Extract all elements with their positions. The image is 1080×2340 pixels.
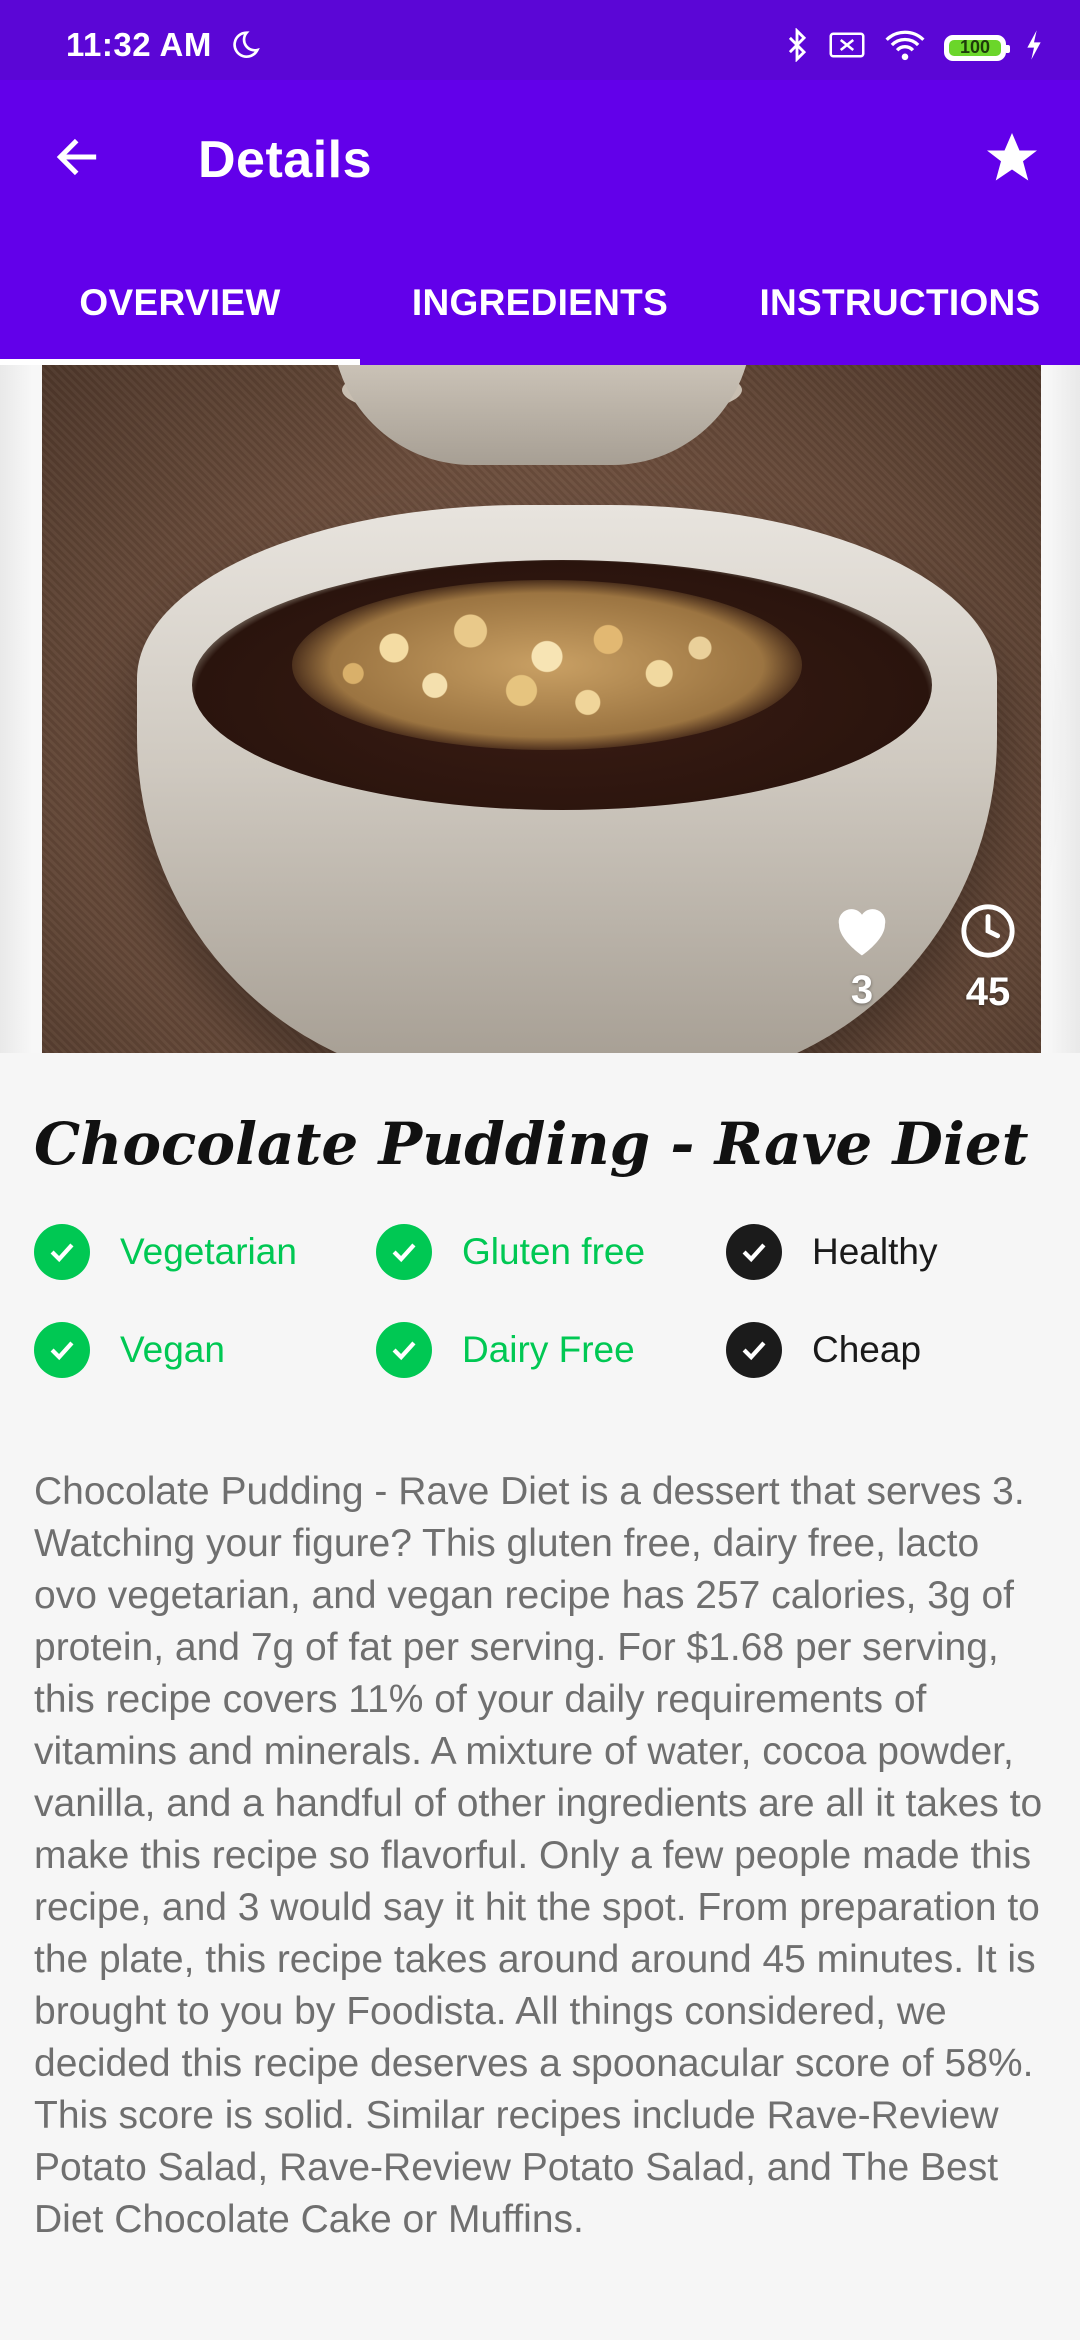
bluetooth-icon xyxy=(784,27,810,67)
badge-gluten-free: Gluten free xyxy=(376,1222,645,1282)
favorite-button[interactable] xyxy=(972,118,1052,198)
page-title: Details xyxy=(198,131,373,189)
time-stat: 45 xyxy=(950,902,1026,1015)
battery-icon: 100 xyxy=(944,34,1010,61)
battery-level: 100 xyxy=(959,37,991,57)
no-sim-icon xyxy=(828,30,866,65)
tab-overview[interactable]: OVERVIEW xyxy=(0,240,360,365)
badge-dairy-free: Dairy Free xyxy=(376,1320,635,1380)
status-icons: 100 xyxy=(784,27,1044,67)
tab-instructions[interactable]: INSTRUCTIONS xyxy=(720,240,1080,365)
heart-icon xyxy=(838,909,886,956)
charging-icon xyxy=(1024,29,1044,66)
back-button[interactable] xyxy=(40,120,114,194)
badge-healthy: Healthy xyxy=(726,1222,937,1282)
tab-ingredients[interactable]: INGREDIENTS xyxy=(360,240,720,365)
arrow-left-icon xyxy=(56,138,97,176)
recipe-image-area: 3 45 xyxy=(0,365,1080,1053)
recipe-stats: 3 45 xyxy=(824,902,1026,1015)
badge-label: Cheap xyxy=(812,1329,922,1370)
badge-vegan: Vegan xyxy=(34,1320,225,1380)
check-circle-icon xyxy=(34,1322,90,1378)
badge-label: Healthy xyxy=(812,1231,938,1272)
moon-icon xyxy=(228,30,260,67)
badge-vegetarian: Vegetarian xyxy=(34,1222,297,1282)
wifi-icon xyxy=(884,29,926,66)
check-circle-icon xyxy=(34,1224,90,1280)
clock-icon xyxy=(961,904,1015,958)
minutes-count: 45 xyxy=(965,970,1011,1014)
check-circle-icon xyxy=(726,1322,782,1378)
badge-label: Dairy Free xyxy=(462,1329,635,1370)
tab-bar: OVERVIEW INGREDIENTS INSTRUCTIONS xyxy=(0,240,1080,365)
badge-label: Vegetarian xyxy=(120,1231,297,1272)
app-bar: Details xyxy=(0,80,1080,240)
likes-count: 3 xyxy=(850,968,874,1012)
recipe-title: Chocolate Pudding - Rave Diet xyxy=(34,1110,1029,1178)
status-time: 11:32 AM xyxy=(66,26,212,63)
check-circle-icon xyxy=(376,1224,432,1280)
recipe-summary: Chocolate Pudding - Rave Diet is a desse… xyxy=(34,1470,1043,2241)
badge-cheap: Cheap xyxy=(726,1320,921,1380)
status-bar: 11:32 AM 100 xyxy=(0,0,1080,80)
badge-label: Vegan xyxy=(120,1329,225,1370)
badge-label: Gluten free xyxy=(462,1231,646,1272)
check-circle-icon xyxy=(726,1224,782,1280)
star-icon xyxy=(987,133,1037,181)
likes-stat: 3 xyxy=(824,902,900,1015)
check-circle-icon xyxy=(376,1322,432,1378)
